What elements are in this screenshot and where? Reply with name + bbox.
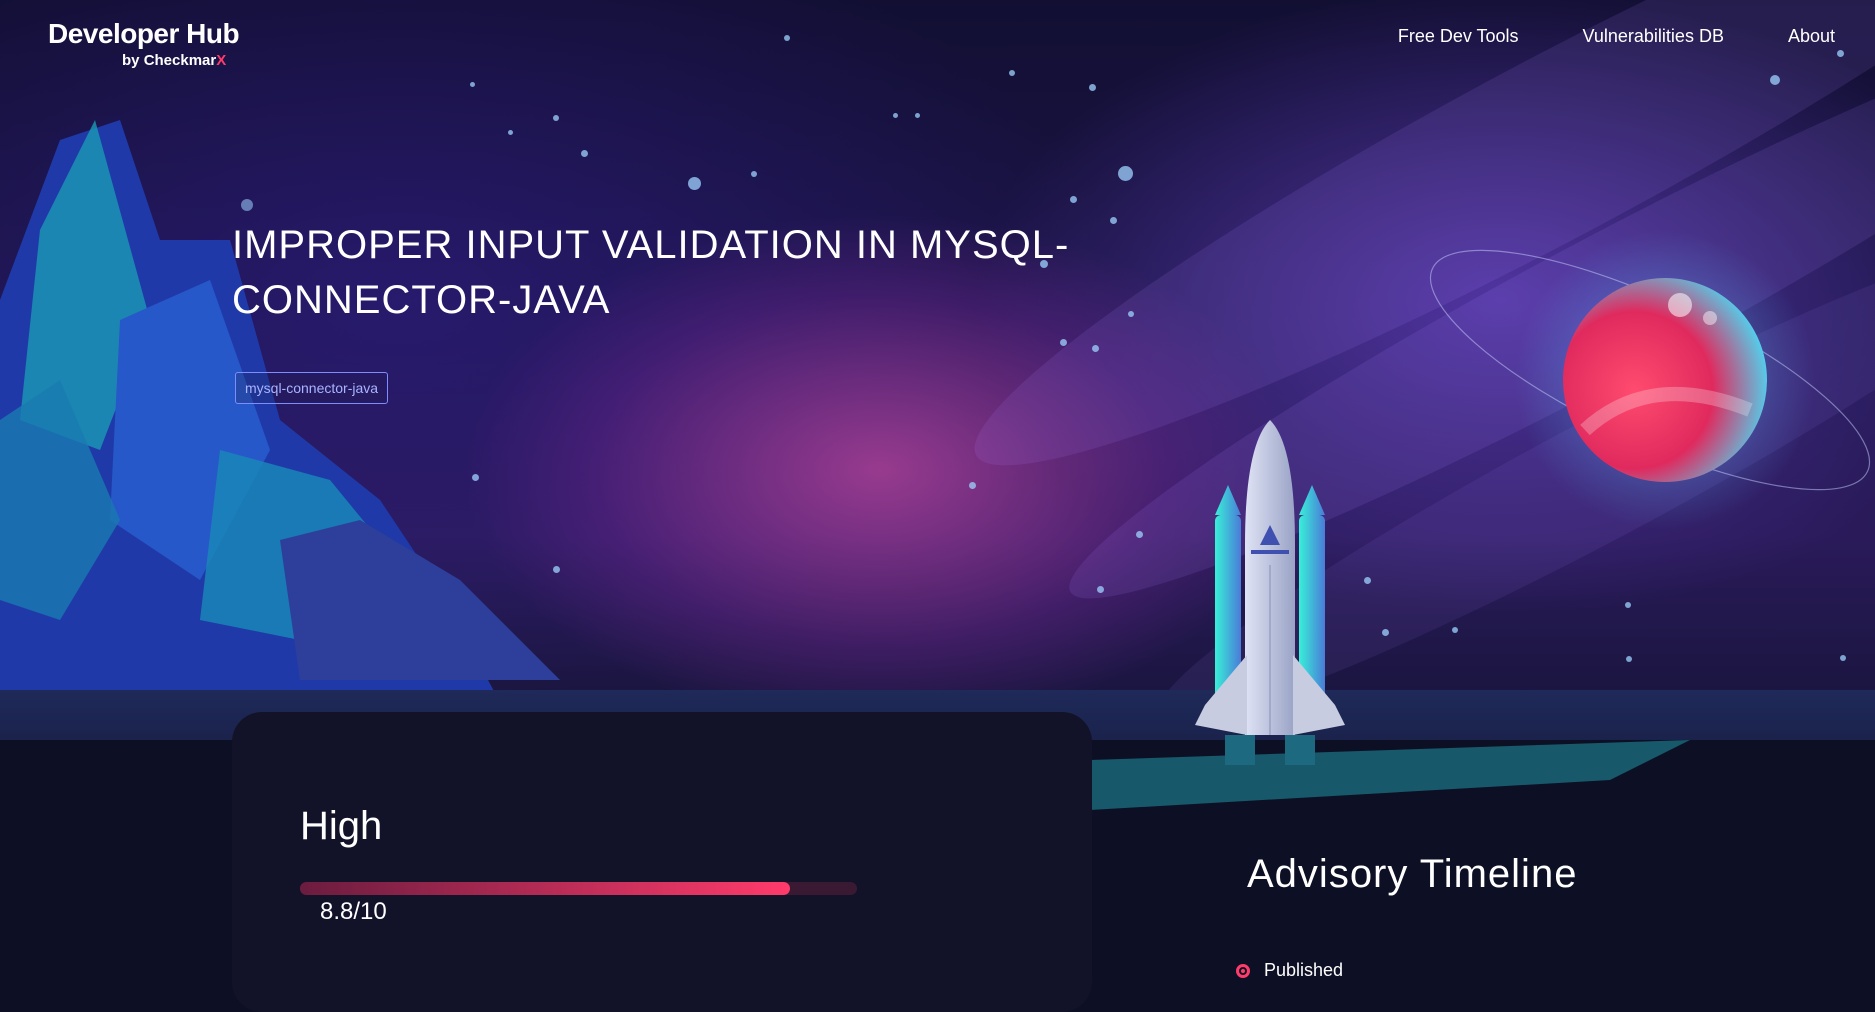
advisory-timeline-title: Advisory Timeline (1247, 852, 1578, 896)
main-nav: Free Dev Tools Vulnerabilities DB About (1334, 26, 1835, 47)
severity-score-fill (300, 882, 791, 895)
severity-card: High 8.8/10 (232, 712, 1092, 1012)
timeline-item: Published (1236, 960, 1343, 981)
severity-score: 8.8/10 (320, 898, 387, 925)
nav-free-dev-tools[interactable]: Free Dev Tools (1398, 26, 1519, 47)
nav-vulnerabilities-db[interactable]: Vulnerabilities DB (1583, 26, 1724, 47)
logo-title: Developer Hub (48, 18, 240, 49)
severity-score-bar (300, 882, 857, 895)
timeline-dot-icon (1236, 963, 1250, 978)
page-title: IMPROPER INPUT VALIDATION IN MYSQL-CONNE… (232, 223, 1070, 322)
severity-label: High (300, 804, 383, 848)
nav-about[interactable]: About (1788, 26, 1835, 47)
logo-subtitle: by CheckmarX (122, 52, 227, 69)
top-navigation: Developer Hub by CheckmarX Free Dev Tool… (0, 0, 1875, 80)
package-tag[interactable]: mysql-connector-java (235, 372, 389, 404)
developer-hub-logo[interactable]: Developer Hub by CheckmarX (48, 18, 240, 69)
timeline-item-label: Published (1264, 960, 1344, 980)
